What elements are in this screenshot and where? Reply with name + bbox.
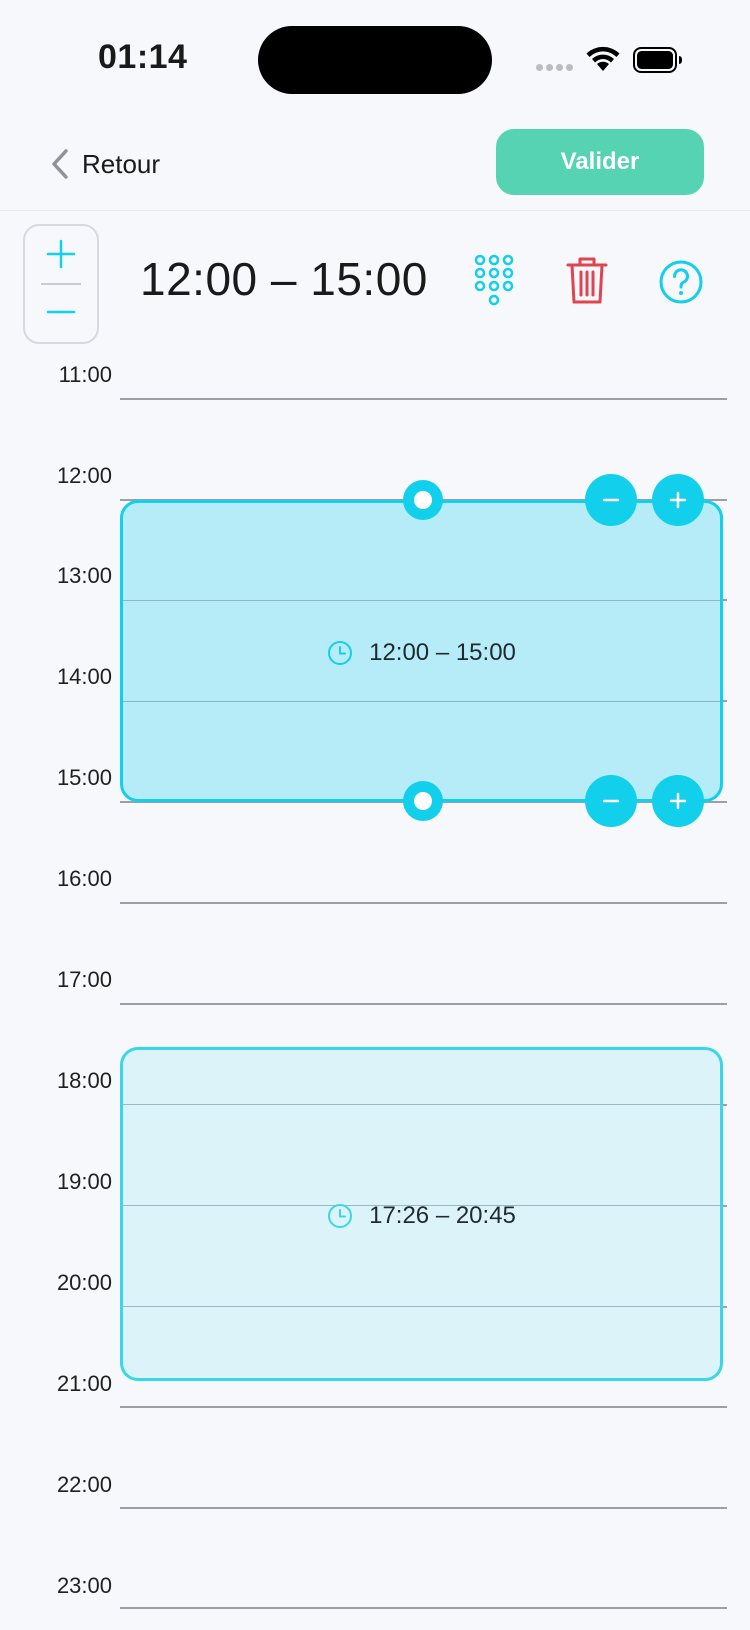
end-drag-handle[interactable] xyxy=(403,781,443,821)
wifi-icon xyxy=(586,46,620,71)
minus-icon xyxy=(602,498,620,502)
back-button[interactable]: Retour xyxy=(50,142,160,186)
status-time: 01:14 xyxy=(98,38,188,76)
slot-time-label: 17:26 – 20:45 xyxy=(123,1198,720,1234)
zoom-control xyxy=(23,224,99,344)
plus-icon xyxy=(669,792,687,810)
start-decrease-button[interactable] xyxy=(585,474,637,526)
minus-icon xyxy=(602,799,620,803)
clock-icon xyxy=(328,1204,353,1228)
start-drag-handle[interactable] xyxy=(403,480,443,520)
slot-hour-line xyxy=(123,701,720,703)
chevron-left-icon xyxy=(52,149,68,179)
help-icon[interactable] xyxy=(659,260,703,304)
slot-time-text: 17:26 – 20:45 xyxy=(369,1202,516,1229)
time-slot[interactable]: 17:26 – 20:45 xyxy=(120,1047,723,1381)
end-increase-button[interactable] xyxy=(652,775,704,827)
hour-label: 13:00 xyxy=(56,563,112,588)
hour-line xyxy=(120,1507,727,1509)
hour-label: 16:00 xyxy=(56,866,112,891)
hour-label: 15:00 xyxy=(56,765,112,790)
trash-icon[interactable] xyxy=(566,256,608,306)
hour-label: 17:00 xyxy=(56,967,112,992)
hour-label: 20:00 xyxy=(56,1270,112,1295)
hour-label: 18:00 xyxy=(56,1068,112,1093)
status-bar: 01:14 xyxy=(0,0,750,120)
clock-icon xyxy=(328,641,353,665)
slot-hour-line xyxy=(123,1104,720,1106)
zoom-out-button[interactable] xyxy=(25,284,97,340)
zoom-in-button[interactable] xyxy=(25,226,97,282)
dynamic-island xyxy=(258,26,492,94)
back-label: Retour xyxy=(82,148,161,179)
end-decrease-button[interactable] xyxy=(585,775,637,827)
hour-line xyxy=(120,902,727,904)
hour-label: 23:00 xyxy=(56,1573,112,1598)
hour-line xyxy=(120,1003,727,1005)
slot-hour-line xyxy=(123,1306,720,1308)
slot-hour-line xyxy=(123,600,720,602)
selected-range-title: 12:00 – 15:00 xyxy=(140,253,428,305)
slot-time-label: 12:00 – 15:00 xyxy=(123,635,720,671)
time-slot-selected[interactable]: 12:00 – 15:00 xyxy=(120,500,723,802)
hour-line xyxy=(120,1406,727,1408)
plus-icon xyxy=(46,239,76,269)
hour-label: 19:00 xyxy=(56,1169,112,1194)
nav-bar: Retour Valider xyxy=(0,120,750,211)
start-increase-button[interactable] xyxy=(652,474,704,526)
minus-icon xyxy=(46,310,76,314)
hour-label: 21:00 xyxy=(56,1371,112,1396)
hour-label: 14:00 xyxy=(56,664,112,689)
validate-button[interactable]: Valider xyxy=(496,129,704,195)
keypad-icon[interactable] xyxy=(473,254,515,310)
battery-icon xyxy=(633,47,682,73)
cellular-signal-icon xyxy=(536,64,576,74)
plus-icon xyxy=(669,491,687,509)
slot-time-text: 12:00 – 15:00 xyxy=(369,639,516,666)
hour-label: 11:00 xyxy=(58,362,112,387)
hour-line xyxy=(120,1607,727,1609)
hour-label: 22:00 xyxy=(56,1472,112,1497)
hour-label: 12:00 xyxy=(56,463,112,488)
hour-line xyxy=(120,398,727,400)
